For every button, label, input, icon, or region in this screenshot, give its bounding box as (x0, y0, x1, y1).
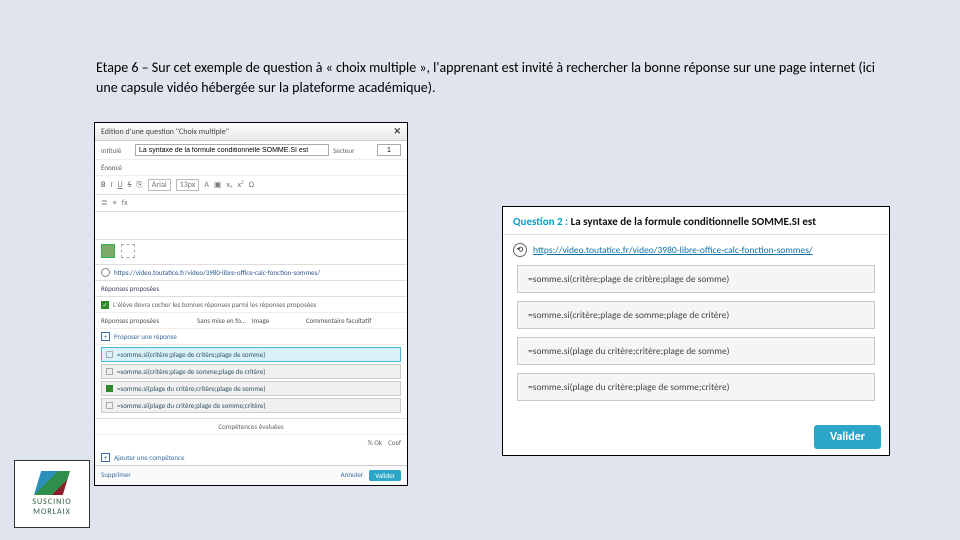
response-item[interactable]: =somme.si(critère;plage de somme;plage d… (101, 364, 401, 379)
validate-button[interactable]: Valider (814, 425, 881, 449)
size-select[interactable]: 13px (176, 179, 200, 191)
close-icon[interactable]: ✕ (393, 126, 401, 137)
col-ok: % Ok (368, 438, 382, 447)
bold-button[interactable]: B (101, 180, 105, 190)
option-button[interactable]: =somme.si(plage du critère;plage de somm… (517, 373, 875, 401)
unchecked-icon (106, 368, 113, 375)
col-image: Image (252, 316, 300, 325)
response-text: =somme.si(critère;plage de somme;plage d… (117, 367, 265, 376)
intitule-label: Intitulé (101, 146, 131, 155)
secteur-input[interactable] (377, 144, 401, 156)
link-icon: ⟲ (513, 243, 527, 257)
plus-icon: + (101, 332, 110, 341)
question-number: Question 2 : (513, 215, 568, 228)
preview-footer: Valider (503, 419, 889, 455)
text-color-button[interactable]: A (204, 180, 209, 190)
responses-columns: Réponses proposées Sans mise en fo… Imag… (95, 313, 407, 329)
col-format: Sans mise en fo… (197, 316, 246, 325)
preview-link-row: ⟲ https://video.toutatice.fr/video/3980-… (503, 235, 889, 265)
step-caption: Etape 6 – Sur cet exemple de question à … (96, 58, 876, 97)
rich-text-toolbar-2: ≣ ≡ fx (95, 195, 407, 212)
responses-help-text: L'élève devra cocher les bonnes réponses… (113, 300, 316, 309)
strike-button[interactable]: S (128, 180, 132, 190)
unchecked-icon (106, 351, 113, 358)
sup-button[interactable]: x² (238, 180, 244, 190)
delete-button[interactable]: Supprimer (101, 470, 131, 481)
enonce-editor[interactable] (95, 212, 407, 240)
col-coef: Coef (388, 438, 401, 447)
response-text: =somme.si(critère;plage de critère;plage… (117, 350, 265, 359)
response-text: =somme.si(plage du critère;plage de somm… (117, 401, 266, 410)
validate-button[interactable]: Valider (369, 470, 401, 481)
add-image-icon[interactable] (121, 244, 135, 258)
add-competence-button[interactable]: + Ajouter une compétence (95, 450, 407, 465)
image-attach-row (95, 240, 407, 265)
italic-button[interactable]: I (110, 180, 112, 190)
add-response-label: Proposer une réponse (114, 332, 177, 341)
logo-line1: SUSCINIO (32, 497, 71, 507)
dialog-footer: Supprimer Annuler Valider (95, 465, 407, 485)
response-item[interactable]: =somme.si(plage du critère;plage de somm… (101, 398, 401, 413)
preview-link[interactable]: https://video.toutatice.fr/video/3980-li… (533, 244, 813, 256)
dialog-title: Edition d'une question "Choix multiple" (101, 127, 229, 137)
link-icon[interactable]: ⎘ (136, 180, 142, 190)
indent-icon[interactable]: fx (122, 198, 128, 208)
add-response-button[interactable]: + Proposer une réponse (95, 329, 407, 345)
rich-text-toolbar: B I U S ⎘ Arial 13px A ▣ x₂ x² Ω (95, 176, 407, 195)
plus-icon: + (101, 453, 110, 462)
link-icon (101, 268, 110, 277)
option-button[interactable]: =somme.si(critère;plage de critère;plage… (517, 265, 875, 293)
logo-shape-icon (34, 471, 70, 495)
preview-title: Question 2 : La syntaxe de la formule co… (503, 207, 889, 235)
unchecked-icon (106, 402, 113, 409)
list-ol-icon[interactable]: ≡ (113, 198, 117, 208)
responses-section-header: Réponses proposées (95, 281, 407, 297)
intitule-input[interactable] (135, 144, 329, 156)
dialog-header: Edition d'une question "Choix multiple" … (95, 123, 407, 141)
competences-columns: % Ok Coef (95, 434, 407, 450)
enonce-label-row: Énoncé (95, 160, 407, 176)
attached-image-icon[interactable] (101, 244, 115, 258)
add-competence-label: Ajouter une compétence (114, 453, 184, 462)
sub-button[interactable]: x₂ (226, 180, 232, 190)
question-text: La syntaxe de la formule conditionnelle … (571, 215, 816, 228)
logo-line2: MORLAIX (33, 507, 71, 517)
highlight-button[interactable]: ▣ (214, 180, 222, 190)
option-button[interactable]: =somme.si(critère;plage de somme;plage d… (517, 301, 875, 329)
response-item[interactable]: =somme.si(plage du critère;critère;plage… (101, 381, 401, 396)
font-select[interactable]: Arial (148, 179, 171, 191)
cancel-button[interactable]: Annuler (341, 470, 364, 481)
underline-button[interactable]: U (118, 180, 123, 190)
list-ul-icon[interactable]: ≣ (101, 198, 108, 208)
responses-help: ✓ L'élève devra cocher les bonnes répons… (95, 297, 407, 313)
secteur-label: Secteur (333, 146, 373, 155)
col-comment: Commentaire facultatif (306, 316, 401, 325)
check-icon: ✓ (101, 301, 109, 309)
col-responses: Réponses proposées (101, 316, 191, 325)
response-item[interactable]: =somme.si(critère;plage de critère;plage… (101, 347, 401, 362)
attached-url[interactable]: https://video.toutatice.fr/video/3980-li… (114, 268, 401, 277)
enonce-label: Énoncé (101, 163, 122, 172)
response-text: =somme.si(plage du critère;critère;plage… (117, 384, 266, 393)
option-button[interactable]: =somme.si(plage du critère;critère;plage… (517, 337, 875, 365)
omega-button[interactable]: Ω (249, 180, 254, 190)
attached-link-row: https://video.toutatice.fr/video/3980-li… (95, 265, 407, 281)
preview-options: =somme.si(critère;plage de critère;plage… (503, 265, 889, 401)
response-list: =somme.si(critère;plage de critère;plage… (95, 345, 407, 418)
question-editor-dialog: Edition d'une question "Choix multiple" … (94, 122, 408, 486)
intitule-row: Intitulé Secteur (95, 141, 407, 160)
checked-icon (106, 385, 113, 392)
question-preview: Question 2 : La syntaxe de la formule co… (502, 206, 890, 456)
competences-header: Compétences évaluées (95, 418, 407, 434)
school-logo: SUSCINIO MORLAIX (14, 460, 90, 528)
